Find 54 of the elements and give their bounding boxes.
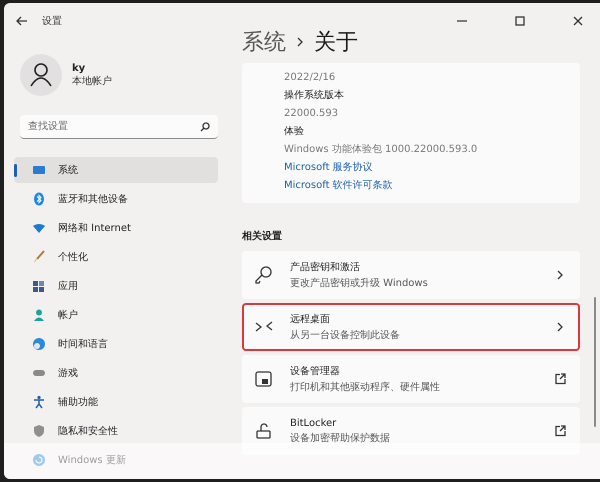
nav-item[interactable]: 时间和语言 <box>14 331 218 357</box>
info-value: 22000.593 <box>284 107 340 121</box>
nav-item[interactable]: 网络和 Internet <box>14 215 218 241</box>
link[interactable]: Microsoft 服务协议 <box>284 161 570 175</box>
settings-row[interactable]: 远程桌面 从另一台设备控制此设备 <box>242 303 580 351</box>
settings-row[interactable]: 设备管理器 打印机和其他驱动程序、硬件属性 <box>242 355 580 403</box>
info-value: 2022/2/16 <box>284 71 336 85</box>
link[interactable]: Microsoft 软件许可条款 <box>284 179 570 193</box>
row-subtitle: 设备加密帮助保护数据 <box>290 432 391 444</box>
info-value: Windows 功能体验包 1000.22000.593.0 <box>284 143 478 157</box>
window-title: 设置 <box>42 14 63 28</box>
nav-item[interactable]: 帐户 <box>14 302 218 328</box>
person-icon <box>30 63 52 87</box>
nav-item[interactable]: 个性化 <box>14 244 218 270</box>
row-title: BitLocker <box>290 418 338 428</box>
nav-item[interactable]: 应用 <box>14 273 218 299</box>
account-type: 本地帐户 <box>72 74 112 88</box>
nav-item[interactable]: 系统 <box>14 157 218 183</box>
nav-item[interactable]: 游戏 <box>14 360 218 386</box>
breadcrumb: 关于 <box>314 29 358 57</box>
person-icon <box>32 308 46 322</box>
accessibility-icon <box>32 395 46 409</box>
row-title: 设备管理器 <box>290 365 341 378</box>
info-label: 体验 <box>284 125 305 139</box>
wifi-icon <box>32 221 46 235</box>
device-manager-icon <box>254 369 274 389</box>
settings-row[interactable]: 产品密钥和激活 更改产品密钥或升级 Windows <box>242 251 580 299</box>
row-subtitle: 打印机和其他驱动程序、硬件属性 <box>290 380 441 394</box>
info-label: 操作系统版本 <box>284 89 345 103</box>
monitor-icon <box>32 163 46 177</box>
shield-icon <box>32 424 46 438</box>
bluetooth-icon <box>32 192 46 206</box>
apps-icon <box>32 279 46 293</box>
row-subtitle: 从另一台设备控制此设备 <box>290 328 401 342</box>
brush-icon <box>32 250 46 264</box>
update-icon <box>32 453 46 467</box>
close-icon[interactable] <box>573 16 583 26</box>
account-name: ky <box>72 62 86 74</box>
search-icon <box>200 122 210 132</box>
nav-item[interactable]: 蓝牙和其他设备 <box>14 186 218 212</box>
row-title: 产品密钥和激活 <box>290 260 361 274</box>
settings-row[interactable]: BitLocker 设备加密帮助保护数据 <box>242 407 580 455</box>
back-arrow-icon[interactable] <box>16 15 28 27</box>
maximize-icon[interactable] <box>515 16 525 26</box>
nav-item[interactable]: 隐私和安全性 <box>14 418 218 444</box>
chevron-right-icon <box>296 37 304 47</box>
nav-item[interactable]: 辅助功能 <box>14 389 218 415</box>
breadcrumb[interactable]: 系统 <box>242 27 286 57</box>
section-title: 相关设置 <box>242 230 283 243</box>
minimize-icon[interactable] <box>457 20 467 22</box>
row-title: 远程桌面 <box>290 312 331 326</box>
key-icon <box>254 265 274 285</box>
search-field[interactable]: 查找设置 <box>20 115 218 139</box>
row-subtitle: 更改产品密钥或升级 Windows <box>290 276 429 290</box>
